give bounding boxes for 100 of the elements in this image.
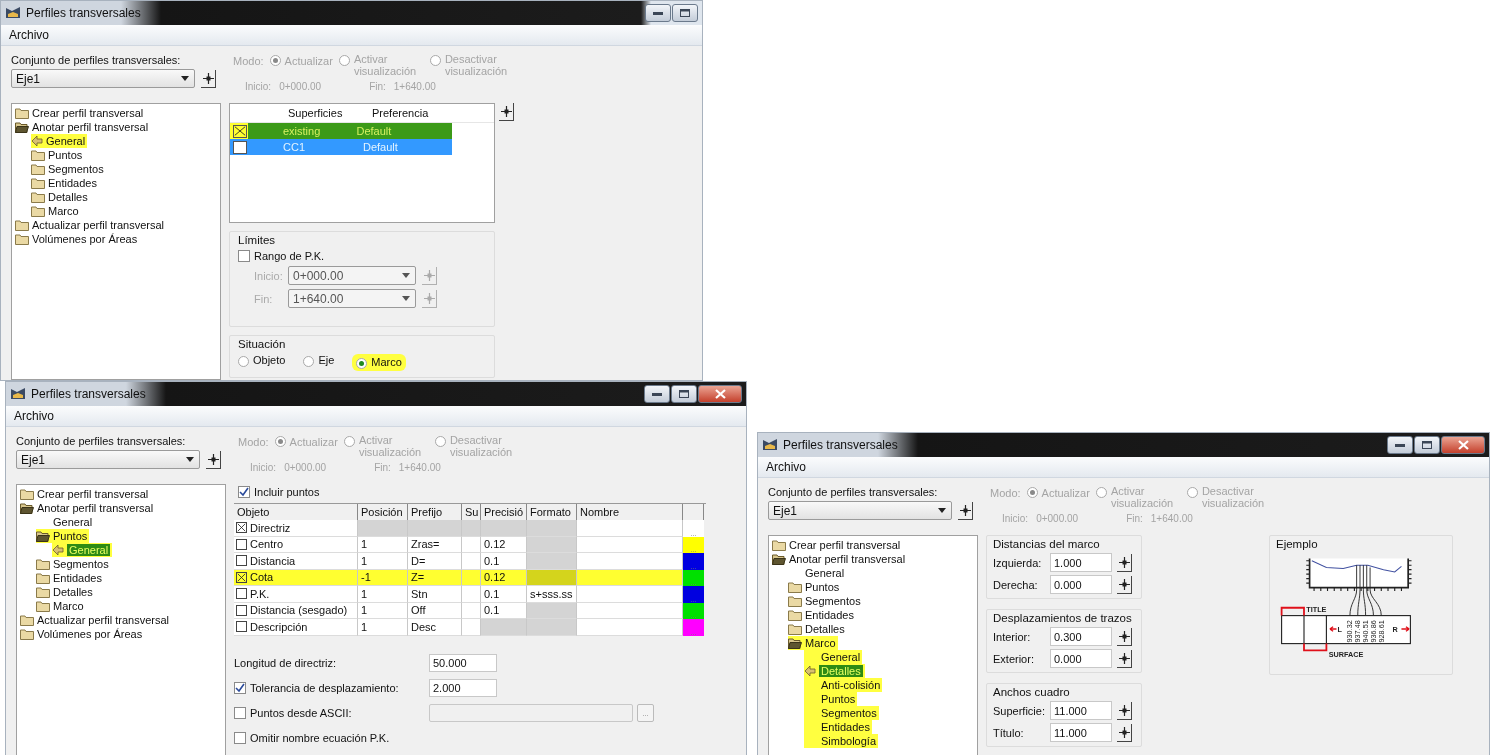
diagram-label: SURFACE <box>1328 650 1364 660</box>
tree-item[interactable]: Puntos <box>788 580 842 594</box>
caret-icon <box>186 457 194 462</box>
tree-item[interactable]: Puntos <box>31 148 85 162</box>
maximize-button[interactable] <box>671 385 697 403</box>
menu-item[interactable]: Archivo <box>766 460 806 474</box>
tree-item[interactable]: Detalles <box>788 622 847 636</box>
checkbox[interactable] <box>236 555 247 567</box>
tree-item[interactable]: Simbología <box>804 734 879 748</box>
menu-item[interactable]: Archivo <box>14 409 54 423</box>
folder-icon <box>20 488 34 500</box>
input-field[interactable]: 0.000 <box>1050 575 1112 594</box>
input-field[interactable] <box>429 704 633 722</box>
tree-item[interactable]: Segmentos <box>31 162 106 176</box>
input-field[interactable]: 11.000 <box>1050 701 1112 720</box>
tree-item[interactable]: Volúmenes por Áreas <box>20 627 145 641</box>
input-field[interactable]: 11.000 <box>1050 723 1112 742</box>
checkbox[interactable] <box>236 604 247 616</box>
crosshair-icon <box>423 269 435 281</box>
tree-item[interactable]: Detalles <box>36 585 95 599</box>
menu-item[interactable]: Archivo <box>9 28 49 42</box>
column-header: Preferencia <box>371 107 430 119</box>
field-label: Izquierda: <box>993 556 1043 569</box>
tree-item[interactable]: Detalles <box>804 664 865 678</box>
pick-button[interactable] <box>1117 575 1132 594</box>
tree-item[interactable]: Entidades <box>31 176 99 190</box>
tree-item[interactable]: Detalles <box>31 190 90 204</box>
dropdown[interactable]: Eje1 <box>11 69 195 88</box>
minimize-button[interactable] <box>645 4 671 22</box>
folder-icon <box>36 586 50 598</box>
tree-item[interactable]: Volúmenes por Áreas <box>15 232 140 246</box>
radio-button[interactable]: Objeto <box>238 354 286 371</box>
tree-item[interactable]: Segmentos <box>804 706 879 720</box>
tree-item[interactable]: Entidades <box>804 720 872 734</box>
open-folder-icon <box>772 553 786 565</box>
tree-item[interactable]: Anotar perfil transversal <box>20 501 156 515</box>
tree-item[interactable]: Marco <box>31 204 81 218</box>
tree-item[interactable]: General <box>36 515 95 529</box>
table-cell: Distancia <box>250 554 296 567</box>
tree-item[interactable]: Anti-colisión <box>804 678 883 692</box>
tree-item[interactable]: Marco <box>36 599 86 613</box>
input-field[interactable]: 50.000 <box>429 654 497 672</box>
tree-item[interactable]: Entidades <box>36 571 104 585</box>
folder-icon <box>31 177 45 189</box>
browse-button[interactable]: ... <box>637 704 654 722</box>
tree-item[interactable]: Actualizar perfil transversal <box>15 218 167 232</box>
app-icon <box>5 6 21 20</box>
arrow-icon <box>52 544 64 556</box>
checkbox[interactable] <box>236 538 247 550</box>
checkbox[interactable]: Puntos desde ASCII: <box>234 707 429 719</box>
minimize-button[interactable] <box>1387 436 1413 454</box>
dropdown[interactable]: Eje1 <box>768 501 952 520</box>
folder-icon <box>36 600 50 612</box>
tree-item[interactable]: General <box>804 650 863 664</box>
tree-item[interactable]: Crear perfil transversal <box>15 106 146 120</box>
checkbox[interactable] <box>233 124 247 138</box>
radio-button[interactable]: Eje <box>303 354 335 371</box>
tree-item[interactable]: Entidades <box>788 608 856 622</box>
tree-item[interactable]: General <box>31 134 88 148</box>
tree-item[interactable]: Anotar perfil transversal <box>772 552 908 566</box>
radio-button[interactable]: Marco <box>352 354 406 371</box>
input-field[interactable]: 2.000 <box>429 679 497 697</box>
checkbox[interactable]: Incluir puntos <box>234 484 738 500</box>
checkbox[interactable]: Tolerancia de desplazamiento: <box>234 682 429 694</box>
input-field[interactable]: 0.000 <box>1050 649 1112 668</box>
tree-item[interactable]: Puntos <box>804 692 858 706</box>
crosshair-icon <box>1118 726 1130 738</box>
minimize-icon <box>652 392 662 396</box>
tree-item[interactable]: Crear perfil transversal <box>20 487 151 501</box>
tree-item[interactable]: Segmentos <box>36 557 111 571</box>
pick-button[interactable] <box>1117 723 1132 742</box>
tree-item[interactable]: Puntos <box>36 529 90 543</box>
table-cell: Distancia (sesgado) <box>250 604 348 617</box>
input-field[interactable]: 0.300 <box>1050 627 1112 646</box>
checkbox[interactable] <box>236 588 247 600</box>
checkbox[interactable] <box>236 621 247 633</box>
tree-item[interactable]: Crear perfil transversal <box>772 538 903 552</box>
dropdown[interactable]: Eje1 <box>16 450 200 469</box>
crosshair-icon <box>1118 704 1130 716</box>
close-button[interactable] <box>698 385 742 403</box>
field-label: Inicio: <box>250 462 277 473</box>
close-button[interactable] <box>1441 436 1485 454</box>
table-cell: Descripción <box>250 620 308 633</box>
tree-item[interactable]: General <box>52 543 113 557</box>
pick-button[interactable] <box>1117 649 1132 668</box>
maximize-button[interactable] <box>672 4 698 22</box>
table-cell: Desc <box>408 619 462 636</box>
maximize-button[interactable] <box>1414 436 1440 454</box>
tree-item[interactable]: Anotar perfil transversal <box>15 120 151 134</box>
tree-item[interactable]: General <box>788 566 847 580</box>
checkbox[interactable]: Omitir nombre ecuación P.K. <box>234 732 390 744</box>
tree-item[interactable]: Segmentos <box>788 594 863 608</box>
checkbox[interactable] <box>236 522 247 534</box>
tree-item[interactable]: Marco <box>788 636 838 650</box>
minimize-button[interactable] <box>644 385 670 403</box>
checkbox[interactable] <box>236 571 247 583</box>
checkbox[interactable] <box>233 140 247 154</box>
input-field[interactable]: 1.000 <box>1050 553 1112 572</box>
checkbox[interactable]: Rango de P.K. <box>238 250 486 262</box>
tree-item[interactable]: Actualizar perfil transversal <box>20 613 172 627</box>
